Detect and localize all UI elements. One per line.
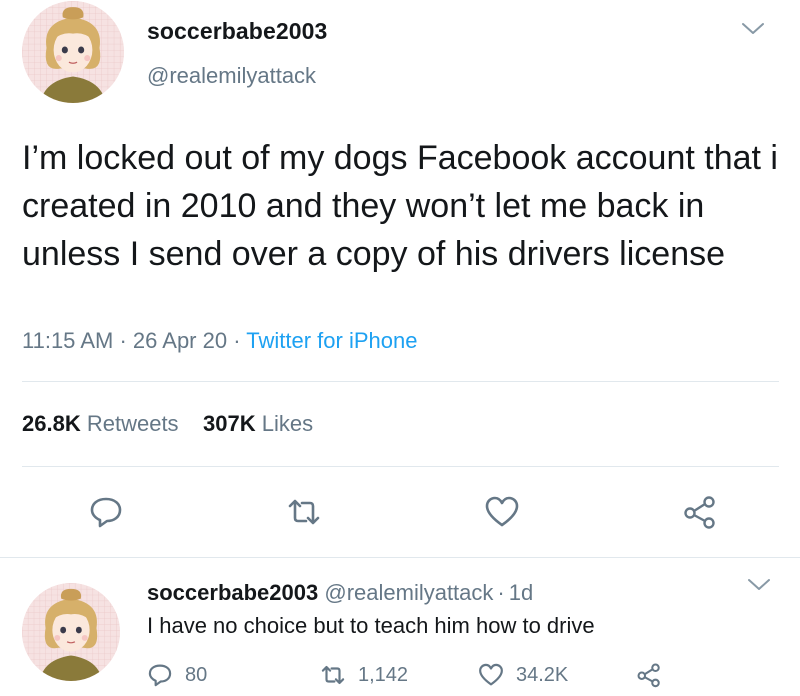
- likes-stat[interactable]: 307K Likes: [203, 411, 313, 436]
- share-icon: [684, 496, 715, 529]
- user-handle[interactable]: @realemilyattack: [147, 63, 316, 89]
- reply-reply-button[interactable]: 80: [147, 662, 207, 688]
- tweet-source-link[interactable]: Twitter for iPhone: [246, 328, 417, 353]
- retweets-label: Retweets: [86, 411, 179, 436]
- tweet-meta: 11:15 AM · 26 Apr 20 · Twitter for iPhon…: [22, 328, 417, 354]
- reply-handle[interactable]: @realemilyattack: [324, 580, 493, 605]
- display-name[interactable]: soccerbabe2003: [147, 18, 327, 45]
- retweet-icon: [321, 665, 345, 685]
- share-icon: [637, 663, 660, 688]
- tweet-stats: 26.8K Retweets 307K Likes: [22, 411, 313, 437]
- heart-icon: [479, 663, 503, 686]
- like-count: 34.2K: [516, 663, 569, 686]
- like-button[interactable]: [484, 494, 520, 530]
- likes-label: Likes: [261, 411, 314, 436]
- meta-separator: ·: [119, 328, 127, 353]
- reply-text: I have no choice but to teach him how to…: [147, 613, 595, 638]
- avatar-illustration: [22, 583, 120, 681]
- reply-avatar[interactable]: [22, 583, 120, 681]
- retweets-stat[interactable]: 26.8K Retweets: [22, 411, 179, 436]
- divider: [22, 381, 779, 382]
- divider: [22, 466, 779, 467]
- tweet-date: 26 Apr 20: [132, 328, 228, 353]
- likes-count: 307K: [203, 411, 256, 436]
- chevron-down-icon[interactable]: [740, 21, 766, 37]
- retweet-count: 1,142: [358, 663, 409, 686]
- reply-button[interactable]: [88, 494, 124, 530]
- reply-count: 80: [185, 663, 208, 686]
- retweets-count: 26.8K: [22, 411, 81, 436]
- avatar[interactable]: [22, 1, 124, 103]
- reply-header: soccerbabe2003 @realemilyattack · 1d: [147, 580, 533, 606]
- reply-share-button[interactable]: [636, 662, 662, 688]
- divider: [0, 557, 800, 558]
- reply-display-name[interactable]: soccerbabe2003: [147, 580, 318, 605]
- tweet-text: I’m locked out of my dogs Facebook accou…: [22, 139, 778, 273]
- retweet-icon: [288, 499, 320, 525]
- reply-retweet-button[interactable]: 1,142: [320, 662, 408, 688]
- retweet-button[interactable]: [286, 494, 322, 530]
- heart-icon: [485, 496, 519, 527]
- avatar-illustration: [22, 1, 124, 103]
- comment-icon: [90, 497, 122, 528]
- meta-separator: ·: [233, 328, 241, 353]
- reply-age: 1d: [508, 580, 534, 605]
- meta-separator: ·: [497, 580, 505, 605]
- chevron-down-icon[interactable]: [746, 577, 772, 593]
- comment-icon: [148, 664, 172, 687]
- reply-like-button[interactable]: 34.2K: [478, 662, 568, 688]
- share-button[interactable]: [682, 494, 718, 530]
- tweet-time: 11:15 AM: [22, 328, 114, 353]
